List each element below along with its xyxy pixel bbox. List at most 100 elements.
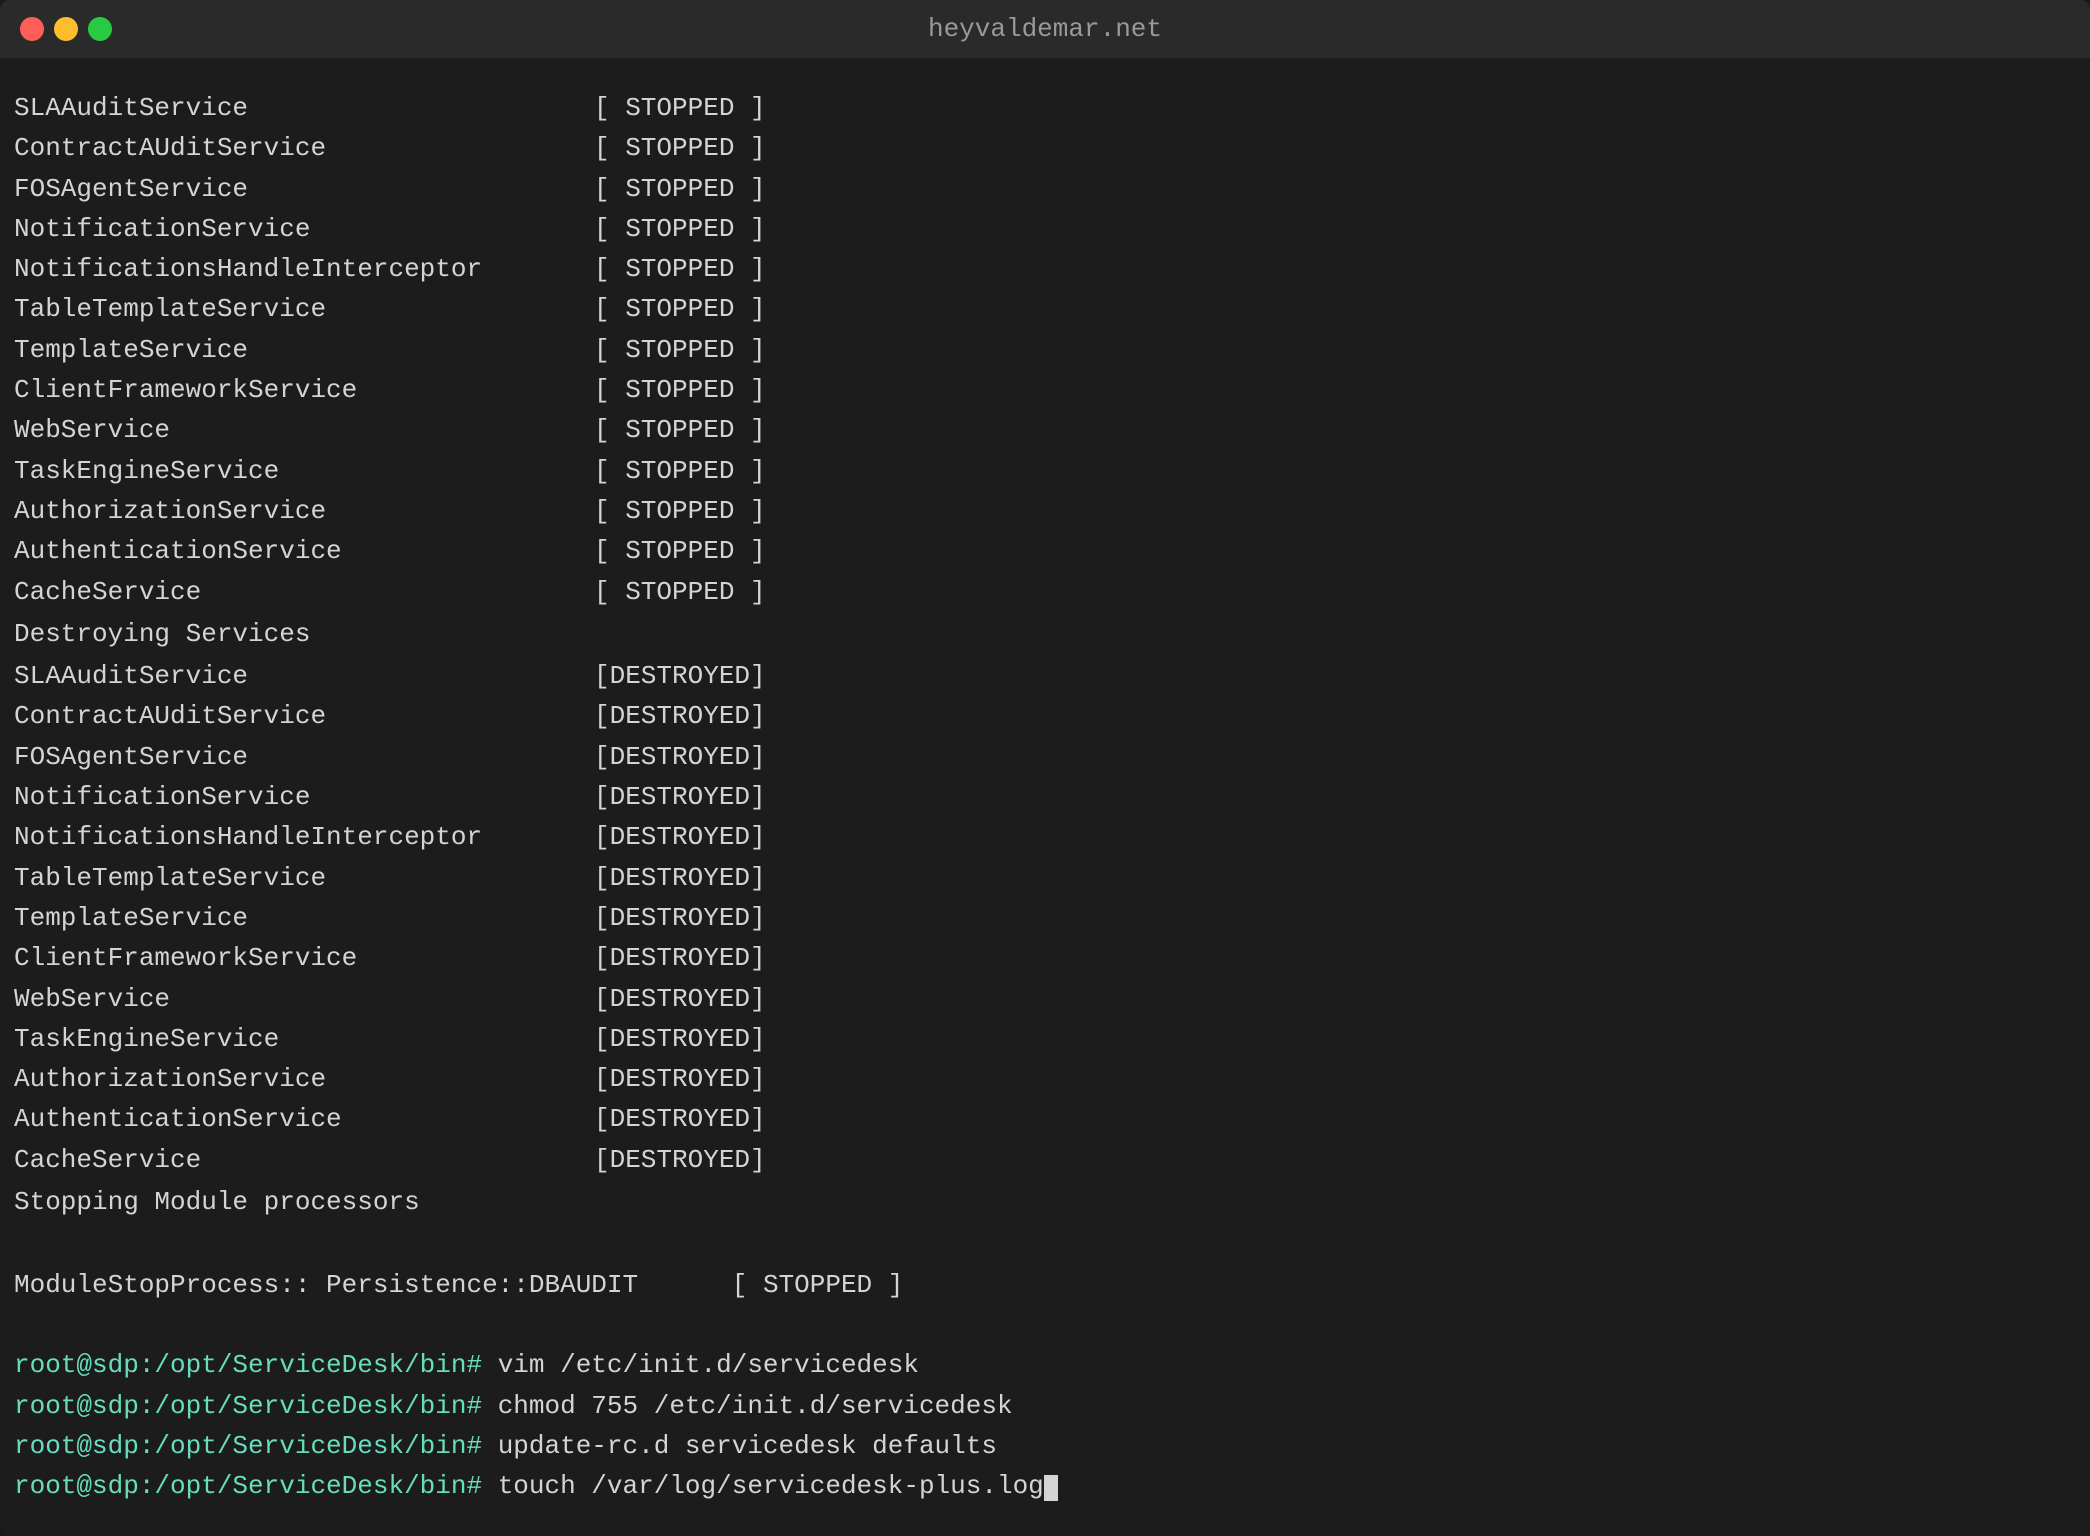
command-line: root@sdp:/opt/ServiceDesk/bin# vim /etc/… [14, 1345, 2076, 1385]
service-name: ClientFrameworkService [14, 370, 594, 410]
stopped-service-row: FOSAgentService[ STOPPED ] [14, 169, 2076, 209]
destroyed-service-row: SLAAuditService[DESTROYED] [14, 656, 2076, 696]
destroyed-status: [DESTROYED] [594, 656, 766, 696]
stopped-status: [ STOPPED ] [594, 289, 766, 329]
destroyed-services-list: SLAAuditService[DESTROYED]ContractAUditS… [14, 656, 2076, 1180]
service-name: TableTemplateService [14, 289, 594, 329]
service-name: ContractAUditService [14, 128, 594, 168]
window-title: heyvaldemar.net [928, 14, 1162, 44]
command-text: update-rc.d servicedesk defaults [498, 1426, 997, 1466]
service-name: AuthenticationService [14, 1099, 594, 1139]
service-name: NotificationService [14, 777, 594, 817]
service-name: ContractAUditService [14, 696, 594, 736]
stopped-service-row: AuthenticationService[ STOPPED ] [14, 531, 2076, 571]
stopped-service-row: WebService[ STOPPED ] [14, 410, 2076, 450]
stopped-status: [ STOPPED ] [594, 128, 766, 168]
prompt: root@sdp:/opt/ServiceDesk/bin# [14, 1345, 498, 1385]
stopped-service-row: NotificationsHandleInterceptor[ STOPPED … [14, 249, 2076, 289]
stopped-service-row: TableTemplateService[ STOPPED ] [14, 289, 2076, 329]
destroyed-service-row: TemplateService[DESTROYED] [14, 898, 2076, 938]
module-stop-text: ModuleStopProcess:: Persistence::DBAUDIT… [14, 1265, 903, 1305]
cursor [1044, 1475, 1058, 1501]
stopped-service-row: AuthorizationService[ STOPPED ] [14, 491, 2076, 531]
service-name: SLAAuditService [14, 656, 594, 696]
service-name: NotificationService [14, 209, 594, 249]
minimize-button[interactable] [54, 17, 78, 41]
stopped-status: [ STOPPED ] [594, 531, 766, 571]
stopped-status: [ STOPPED ] [594, 370, 766, 410]
traffic-lights [20, 17, 112, 41]
destroyed-status: [DESTROYED] [594, 737, 766, 777]
service-name: CacheService [14, 572, 594, 612]
service-name: TaskEngineService [14, 451, 594, 491]
service-name: WebService [14, 979, 594, 1019]
module-stop-line: ModuleStopProcess:: Persistence::DBAUDIT… [14, 1265, 2076, 1305]
destroyed-status: [DESTROYED] [594, 938, 766, 978]
destroyed-service-row: ContractAUditService[DESTROYED] [14, 696, 2076, 736]
service-name: NotificationsHandleInterceptor [14, 249, 594, 289]
service-name: NotificationsHandleInterceptor [14, 817, 594, 857]
destroyed-service-row: FOSAgentService[DESTROYED] [14, 737, 2076, 777]
service-name: TemplateService [14, 898, 594, 938]
prompt: root@sdp:/opt/ServiceDesk/bin# [14, 1466, 498, 1506]
title-bar: heyvaldemar.net [0, 0, 2090, 58]
stopped-service-row: TaskEngineService[ STOPPED ] [14, 451, 2076, 491]
command-text: touch /var/log/servicedesk-plus.log [498, 1466, 1058, 1506]
stopped-service-row: ClientFrameworkService[ STOPPED ] [14, 370, 2076, 410]
terminal-window: heyvaldemar.net SLAAuditService[ STOPPED… [0, 0, 2090, 1536]
destroyed-status: [DESTROYED] [594, 777, 766, 817]
stopped-status: [ STOPPED ] [594, 330, 766, 370]
destroyed-service-row: TaskEngineService[DESTROYED] [14, 1019, 2076, 1059]
stopped-service-row: CacheService[ STOPPED ] [14, 572, 2076, 612]
stopped-status: [ STOPPED ] [594, 451, 766, 491]
stopped-status: [ STOPPED ] [594, 88, 766, 128]
service-name: AuthorizationService [14, 491, 594, 531]
destroyed-status: [DESTROYED] [594, 858, 766, 898]
destroyed-status: [DESTROYED] [594, 979, 766, 1019]
destroyed-status: [DESTROYED] [594, 1140, 766, 1180]
destroyed-service-row: NotificationsHandleInterceptor[DESTROYED… [14, 817, 2076, 857]
stopped-service-row: TemplateService[ STOPPED ] [14, 330, 2076, 370]
destroyed-service-row: WebService[DESTROYED] [14, 979, 2076, 1019]
service-name: ClientFrameworkService [14, 938, 594, 978]
service-name: AuthenticationService [14, 531, 594, 571]
destroyed-service-row: TableTemplateService[DESTROYED] [14, 858, 2076, 898]
destroyed-service-row: NotificationService[DESTROYED] [14, 777, 2076, 817]
stopping-module-header: Stopping Module processors [14, 1182, 2076, 1222]
destroyed-status: [DESTROYED] [594, 1099, 766, 1139]
destroyed-service-row: AuthorizationService[DESTROYED] [14, 1059, 2076, 1099]
close-button[interactable] [20, 17, 44, 41]
prompt: root@sdp:/opt/ServiceDesk/bin# [14, 1426, 498, 1466]
service-name: FOSAgentService [14, 737, 594, 777]
service-name: TableTemplateService [14, 858, 594, 898]
command-line: root@sdp:/opt/ServiceDesk/bin# touch /va… [14, 1466, 2076, 1506]
command-text: chmod 755 /etc/init.d/servicedesk [498, 1386, 1013, 1426]
stopped-status: [ STOPPED ] [594, 491, 766, 531]
service-name: WebService [14, 410, 594, 450]
stopped-service-row: NotificationService[ STOPPED ] [14, 209, 2076, 249]
destroyed-status: [DESTROYED] [594, 817, 766, 857]
blank-line-2 [14, 1305, 2076, 1345]
service-name: FOSAgentService [14, 169, 594, 209]
destroyed-status: [DESTROYED] [594, 1019, 766, 1059]
stopped-service-row: ContractAUditService[ STOPPED ] [14, 128, 2076, 168]
stopped-services-list: SLAAuditService[ STOPPED ]ContractAUditS… [14, 88, 2076, 612]
service-name: TaskEngineService [14, 1019, 594, 1059]
service-name: CacheService [14, 1140, 594, 1180]
destroying-services-header: Destroying Services [14, 614, 2076, 654]
service-name: SLAAuditService [14, 88, 594, 128]
destroyed-status: [DESTROYED] [594, 1059, 766, 1099]
blank-line-1 [14, 1224, 2076, 1264]
maximize-button[interactable] [88, 17, 112, 41]
stopped-status: [ STOPPED ] [594, 410, 766, 450]
terminal-body: SLAAuditService[ STOPPED ]ContractAUditS… [0, 58, 2090, 1536]
prompt: root@sdp:/opt/ServiceDesk/bin# [14, 1386, 498, 1426]
service-name: TemplateService [14, 330, 594, 370]
destroyed-status: [DESTROYED] [594, 696, 766, 736]
command-text: vim /etc/init.d/servicedesk [498, 1345, 919, 1385]
command-line: root@sdp:/opt/ServiceDesk/bin# update-rc… [14, 1426, 2076, 1466]
prompt-lines: root@sdp:/opt/ServiceDesk/bin# vim /etc/… [14, 1345, 2076, 1506]
destroyed-service-row: AuthenticationService[DESTROYED] [14, 1099, 2076, 1139]
service-name: AuthorizationService [14, 1059, 594, 1099]
stopped-service-row: SLAAuditService[ STOPPED ] [14, 88, 2076, 128]
